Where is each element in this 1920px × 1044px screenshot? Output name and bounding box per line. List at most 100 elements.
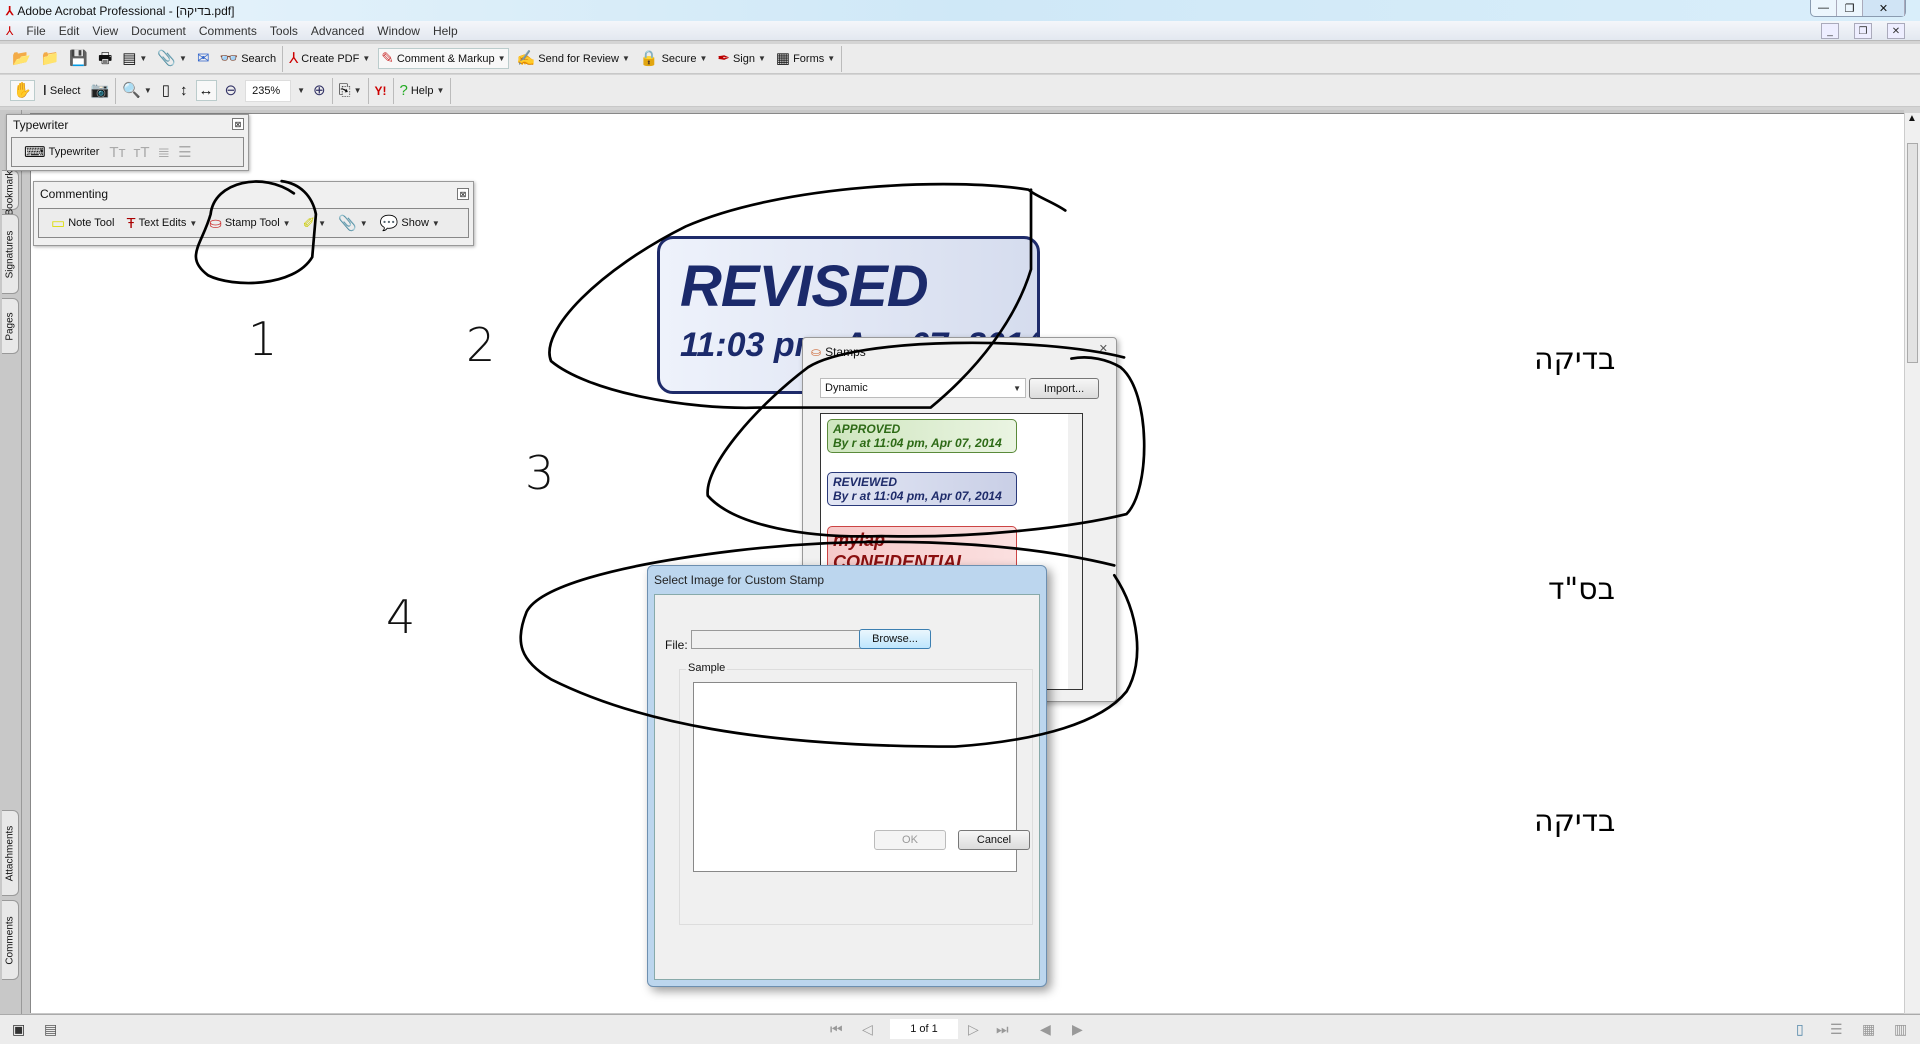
print-icon[interactable]: 🖶 (96, 49, 114, 68)
close-icon[interactable]: ✕ (1099, 342, 1108, 355)
stamp-category-select[interactable]: Dynamic ▼ (820, 378, 1026, 398)
doc-restore-button[interactable]: ❐ (1854, 23, 1872, 39)
close-icon[interactable]: ⊠ (457, 188, 469, 200)
text-edits-label: Text Edits (138, 217, 187, 229)
restore-button[interactable]: ❐ (1837, 0, 1863, 16)
menu-comments[interactable]: Comments (199, 24, 257, 38)
close-icon[interactable]: ⊠ (232, 118, 244, 130)
continuous-icon[interactable]: ☰ (1830, 1021, 1843, 1038)
close-button[interactable]: ✕ (1863, 0, 1905, 16)
stamp-byline: By r at 11:04 pm, Apr 07, 2014 (833, 489, 1002, 503)
next-view-icon[interactable]: ▶ (1072, 1021, 1083, 1038)
text-edits-button[interactable]: Ŧ Text Edits ▼ (124, 214, 199, 233)
highlight-dropdown[interactable]: ✐ ▼ (301, 214, 329, 233)
tasks-toolbar: 📂 📁 💾 🖶 ▤ ▼ 📎 ▼ ✉ 👓 Search ⅄ Create PDF ▼ ✎ Co… (0, 44, 1920, 74)
stamp-list-scrollbar[interactable] (1068, 414, 1082, 689)
increase-text-size-icon[interactable]: тT (133, 145, 149, 160)
next-page-icon[interactable]: ▷ (968, 1021, 979, 1038)
stamp-tool-button[interactable]: ⛀ Stamp Tool ▼ (207, 214, 292, 233)
menu-tools[interactable]: Tools (270, 24, 298, 38)
menu-window[interactable]: Window (377, 24, 420, 38)
comment-markup-button[interactable]: ✎ Comment & Markup ▼ (378, 48, 509, 69)
doc-minimize-button[interactable]: _ (1821, 23, 1839, 39)
stamp-byline: By r at 11:04 pm, Apr 07, 2014 (833, 436, 1002, 450)
tab-signatures[interactable]: Signatures (2, 214, 19, 294)
page-number-input[interactable]: 1 of 1 (890, 1019, 958, 1039)
menu-view[interactable]: View (92, 24, 118, 38)
browse-button[interactable]: Browse... (859, 629, 931, 649)
email-icon[interactable]: ✉ (195, 49, 212, 68)
increase-line-spacing-icon[interactable]: ☰ (178, 145, 191, 160)
note-tool-button[interactable]: ▭ Note Tool (49, 214, 116, 233)
stamp-tool-label: Stamp Tool (224, 217, 280, 229)
commenting-toolbar-panel: Commenting ⊠ ▭ Note Tool Ŧ Text Edits ▼ ⛀ Sta… (33, 181, 474, 246)
show-button[interactable]: 💬 Show ▼ (378, 214, 442, 233)
create-pdf-label: Create PDF (301, 52, 360, 65)
zoom-tool-dropdown[interactable]: 🔍 ▼ (120, 81, 154, 100)
scroll-up-arrow-icon[interactable]: ▲ (1904, 113, 1920, 129)
create-pdf-button[interactable]: ⅄ Create PDF ▼ (287, 49, 372, 68)
typewriter-button[interactable]: ⌨ Typewriter (22, 143, 101, 162)
forms-button[interactable]: ▦ Forms ▼ (774, 49, 837, 68)
first-page-icon[interactable]: ⏮ (830, 1021, 843, 1038)
single-page-icon[interactable]: ▯ (1796, 1021, 1804, 1038)
facing-icon[interactable]: ▦ (1862, 1021, 1875, 1038)
stamp-reviewed[interactable]: REVIEWED By r at 11:04 pm, Apr 07, 2014 (827, 472, 1017, 506)
open-icon[interactable]: 📂 (10, 49, 33, 68)
minimize-button[interactable]: — (1811, 0, 1837, 16)
tab-pages[interactable]: Pages (2, 298, 19, 354)
decrease-text-size-icon[interactable]: Tт (109, 145, 125, 160)
snapshot-icon[interactable]: 📷 (88, 81, 111, 100)
document-text-line: בדיקה (1534, 804, 1616, 839)
fit-page-icon[interactable]: ↕ (178, 81, 190, 100)
comment-markup-icon: ✎ (381, 50, 394, 67)
decrease-line-spacing-icon[interactable]: ≣ (158, 145, 171, 160)
secure-button[interactable]: 🔒 Secure ▼ (638, 49, 709, 68)
cancel-button[interactable]: Cancel (958, 830, 1030, 850)
document-text-line: בס"ד (1548, 572, 1615, 607)
select-tool-button[interactable]: I Select (41, 81, 83, 100)
options-icon[interactable]: ▤ (44, 1021, 57, 1038)
help-button[interactable]: ? Help ▼ (398, 81, 447, 100)
send-review-button[interactable]: ✍ Send for Review ▼ (515, 49, 632, 68)
previous-view-icon[interactable]: ◀ (1040, 1021, 1051, 1038)
import-button[interactable]: Import... (1029, 378, 1099, 399)
menu-document[interactable]: Document (131, 24, 186, 38)
doc-close-button[interactable]: ✕ (1887, 23, 1905, 39)
zoom-level-input[interactable]: 235% (245, 79, 292, 102)
create-pdf-icon: ⅄ (289, 50, 299, 67)
tab-comments[interactable]: Comments (2, 900, 19, 980)
zoom-out-icon[interactable]: ⊖ (223, 81, 240, 100)
menu-file[interactable]: File (26, 24, 45, 38)
yahoo-search-icon[interactable]: Y! (373, 82, 389, 100)
hand-tool-icon[interactable]: ✋ (10, 80, 35, 101)
last-page-icon[interactable]: ⏭ (996, 1021, 1009, 1038)
rotate-dropdown[interactable]: ⎘ ▼ (337, 81, 364, 100)
stamp-title: APPROVED (833, 422, 901, 436)
scrollbar-thumb[interactable] (1907, 143, 1918, 363)
zoom-dropdown-icon[interactable]: ▼ (297, 86, 305, 95)
attach-file-dropdown[interactable]: 📎 ▼ (336, 214, 370, 233)
tab-attachments[interactable]: Attachments (2, 810, 19, 896)
typewriter-label: Typewriter (48, 146, 100, 158)
ok-button[interactable]: OK (874, 830, 946, 850)
menu-help[interactable]: Help (433, 24, 458, 38)
file-input[interactable] (691, 630, 884, 649)
zoom-in-icon[interactable]: ⊕ (311, 81, 328, 100)
vertical-scrollbar[interactable] (1904, 113, 1920, 1013)
fit-width-icon[interactable]: ↔ (195, 80, 217, 101)
stamp-approved[interactable]: APPROVED By r at 11:04 pm, Apr 07, 2014 (827, 419, 1017, 453)
navigation-pane-toggle-icon[interactable]: ▣ (12, 1021, 25, 1038)
save-icon[interactable]: 💾 (67, 49, 90, 68)
previous-page-icon[interactable]: ◁ (862, 1021, 873, 1038)
continuous-facing-icon[interactable]: ▥ (1894, 1021, 1907, 1038)
search-button[interactable]: 👓 Search (218, 49, 279, 68)
actual-size-icon[interactable]: ▯ (160, 81, 172, 100)
menu-advanced[interactable]: Advanced (311, 24, 364, 38)
sign-button[interactable]: ✒ Sign ▼ (715, 49, 768, 68)
tab-bookmarks[interactable]: Bookmarks (2, 165, 19, 215)
organizer-icon[interactable]: 📁 (39, 49, 62, 68)
menu-edit[interactable]: Edit (59, 24, 80, 38)
layout-dropdown[interactable]: ▤ ▼ (120, 49, 149, 68)
attach-dropdown[interactable]: 📎 ▼ (155, 49, 189, 68)
